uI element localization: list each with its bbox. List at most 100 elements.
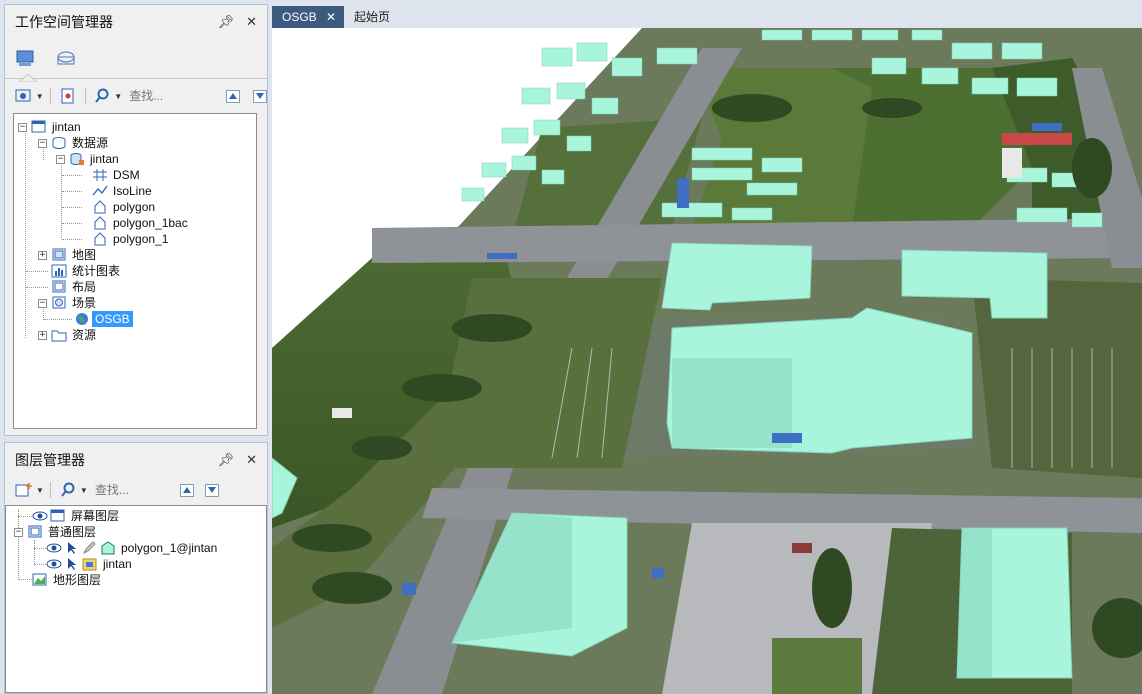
workspace-panel-title: 工作空间管理器 xyxy=(15,14,113,30)
layer-node-normal[interactable]: − 普通图层 xyxy=(14,524,99,540)
polygon-layer-icon xyxy=(101,541,115,555)
tree-label-polygon: polygon xyxy=(113,200,156,214)
tree-label-workspace: jintan xyxy=(52,120,81,134)
close-icon[interactable]: ✕ xyxy=(246,5,257,39)
layer-label-terrain: 地形图层 xyxy=(53,573,102,587)
tab-osgb-label: OSGB xyxy=(282,10,317,24)
workspace-toolbar: ▼ ▼ xyxy=(5,83,267,109)
grid-dataset-icon xyxy=(93,169,107,181)
datasources-icon xyxy=(52,137,66,149)
arrow-down-icon xyxy=(207,487,216,493)
layer-search-input[interactable] xyxy=(90,480,171,500)
layer-node-terrain[interactable]: 地形图层 xyxy=(32,572,104,588)
tree-node-dataset-dsm[interactable]: DSM xyxy=(92,167,143,183)
layer-panel-header: 图层管理器 📌︎ ✕ xyxy=(5,443,267,477)
workspace-icon xyxy=(31,120,46,133)
close-icon[interactable]: ✕ xyxy=(246,443,257,477)
tree-label-charts: 统计图表 xyxy=(72,264,121,278)
tree-label-dsm: DSM xyxy=(113,168,140,182)
tree-node-resources[interactable]: + 资源 xyxy=(38,327,99,343)
layer-search-prev-button[interactable] xyxy=(179,483,194,497)
tree-label-osgb: OSGB xyxy=(92,311,133,327)
tree-node-datasources[interactable]: − 数据源 xyxy=(38,135,111,151)
tree-label-polygon-1bac: polygon_1bac xyxy=(113,216,188,230)
layer-tree: 屏幕图层 − 普通图层 polygon_1@jintan jintan 地形图层 xyxy=(5,505,267,693)
document-locate-icon xyxy=(61,88,74,104)
workspace-tab-icon[interactable] xyxy=(15,49,37,69)
add-layer-icon xyxy=(15,483,32,497)
visibility-eye-icon[interactable] xyxy=(46,557,62,571)
maps-icon xyxy=(52,248,66,261)
tree-label-layouts: 布局 xyxy=(72,280,97,294)
layer-search-button[interactable] xyxy=(57,480,79,500)
chart-icon xyxy=(51,264,67,278)
tree-node-maps[interactable]: + 地图 xyxy=(38,247,99,263)
layer-manager-panel: 图层管理器 📌︎ ✕ ▼ ▼ 屏幕图层 − 普通图层 xyxy=(4,442,268,694)
arrow-down-icon xyxy=(256,93,265,99)
tree-label-polygon-1: polygon_1 xyxy=(113,232,169,246)
layer-toolbar: ▼ ▼ xyxy=(5,477,267,503)
tree-node-scenes[interactable]: − 场景 xyxy=(38,295,99,311)
tab-start-page[interactable]: 起始页 xyxy=(344,6,400,28)
eye-icon xyxy=(15,89,31,102)
scene-3d-view[interactable] xyxy=(272,28,1142,694)
layer-label-normal: 普通图层 xyxy=(48,525,97,539)
layer-label-screen: 屏幕图层 xyxy=(71,509,120,523)
active-tab-indicator xyxy=(17,71,39,83)
workspace-tree: − jintan − 数据源 − jintan DSM IsoLine poly… xyxy=(13,113,257,429)
normal-layer-icon xyxy=(28,525,42,538)
tree-label-maps: 地图 xyxy=(72,248,97,262)
tree-node-workspace[interactable]: − jintan xyxy=(18,119,84,135)
tree-node-dataset-polygon-1bac[interactable]: polygon_1bac xyxy=(92,215,191,231)
search-icon xyxy=(61,482,75,497)
scenes-icon xyxy=(52,296,66,309)
pin-icon[interactable]: 📌︎ xyxy=(218,5,235,39)
layout-icon xyxy=(52,280,66,293)
search-button[interactable] xyxy=(91,86,113,106)
terrain-layer-icon xyxy=(32,573,47,586)
view-options-button[interactable] xyxy=(13,86,35,106)
tree-label-datasource-jintan: jintan xyxy=(90,152,119,166)
document-tab-bar: OSGB ✕ 起始页 xyxy=(272,4,1142,28)
tree-node-datasource-jintan[interactable]: − jintan xyxy=(56,151,122,167)
search-prev-button[interactable] xyxy=(226,89,241,103)
oblique-model-layer-icon xyxy=(82,558,97,571)
arrow-up-icon xyxy=(229,93,238,99)
tree-label-resources: 资源 xyxy=(72,328,97,342)
tab-osgb[interactable]: OSGB ✕ xyxy=(272,6,344,28)
visibility-eye-icon[interactable] xyxy=(32,509,48,523)
folder-icon xyxy=(51,330,67,342)
arrow-up-icon xyxy=(182,487,191,493)
layer-label-jintan: jintan xyxy=(103,557,132,571)
workspace-panel-header: 工作空间管理器 📌︎ ✕ xyxy=(5,5,267,39)
close-tab-icon[interactable]: ✕ xyxy=(326,6,336,28)
screen-layer-icon xyxy=(50,509,65,522)
tree-node-charts[interactable]: 统计图表 xyxy=(51,263,123,279)
tree-node-dataset-polygon[interactable]: polygon xyxy=(92,199,158,215)
tree-node-dataset-isoline[interactable]: IsoLine xyxy=(92,183,155,199)
search-next-button[interactable] xyxy=(253,89,267,103)
globe-icon xyxy=(76,313,88,325)
layer-search-next-button[interactable] xyxy=(204,483,219,497)
layer-label-polygon-1: polygon_1@jintan xyxy=(121,541,218,555)
tree-node-layouts[interactable]: 布局 xyxy=(51,279,99,295)
locate-button[interactable] xyxy=(57,86,79,106)
layer-node-polygon-1[interactable]: polygon_1@jintan xyxy=(46,540,220,556)
selectable-cursor-icon[interactable] xyxy=(64,557,80,571)
tab-start-label: 起始页 xyxy=(354,10,391,24)
add-layer-button[interactable] xyxy=(13,480,35,500)
pin-icon[interactable]: 📌︎ xyxy=(218,443,235,477)
workspace-search-input[interactable] xyxy=(125,86,218,106)
tree-node-scene-osgb[interactable]: OSGB xyxy=(74,311,133,327)
selectable-cursor-icon[interactable] xyxy=(64,541,80,555)
tree-node-dataset-polygon-1[interactable]: polygon_1 xyxy=(92,231,171,247)
oblique-photography-scene[interactable] xyxy=(272,28,1142,694)
editable-pencil-icon[interactable] xyxy=(82,541,98,555)
line-dataset-icon xyxy=(92,185,108,196)
visibility-eye-icon[interactable] xyxy=(46,541,62,555)
layer-node-screen[interactable]: 屏幕图层 xyxy=(32,508,122,524)
layer-node-jintan[interactable]: jintan xyxy=(46,556,135,572)
workspace-manager-panel: 工作空间管理器 📌︎ ✕ ▼ ▼ 查找... − jintan − 数据源 − … xyxy=(4,4,268,436)
scene-workspace-tab-icon[interactable] xyxy=(55,49,77,69)
tree-label-scenes: 场景 xyxy=(72,296,97,310)
